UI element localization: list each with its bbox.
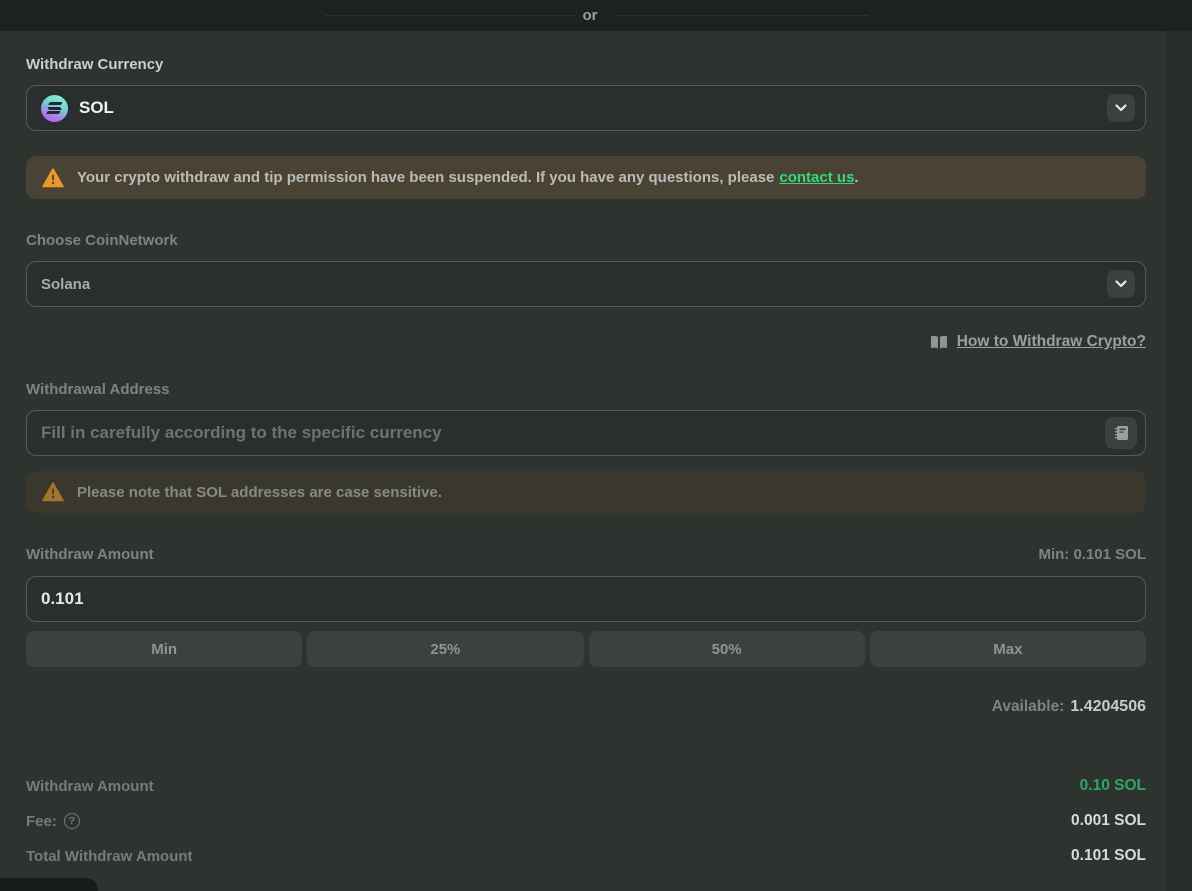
summary-row-total: Total Withdraw Amount 0.101 SOL: [26, 847, 1146, 865]
summary-withdraw-amount-label: Withdraw Amount: [26, 778, 154, 795]
summary-row-withdraw-amount: Withdraw Amount 0.10 SOL: [26, 777, 1146, 795]
warning-icon: [42, 168, 64, 188]
divider-line-right: [618, 15, 868, 16]
how-to-withdraw-link[interactable]: How to Withdraw Crypto?: [957, 333, 1146, 351]
selected-currency: SOL: [79, 98, 114, 118]
withdraw-currency-label: Withdraw Currency: [26, 56, 1146, 73]
summary-withdraw-amount-value: 0.10 SOL: [1080, 777, 1146, 795]
available-label: Available:: [992, 698, 1065, 716]
withdraw-summary: Withdraw Amount 0.10 SOL Fee: ? 0.001 SO…: [26, 777, 1146, 865]
warning-icon-dim: [42, 482, 64, 502]
available-value: 1.4204506: [1070, 698, 1146, 716]
currency-dropdown-button[interactable]: [1107, 94, 1135, 122]
min-amount-label: Min: 0.101 SOL: [1038, 546, 1146, 563]
withdraw-amount-label: Withdraw Amount: [26, 546, 154, 563]
network-dropdown-button[interactable]: [1107, 270, 1135, 298]
network-select[interactable]: Solana: [26, 261, 1146, 307]
address-input-wrapper: [26, 410, 1146, 456]
summary-fee-value: 0.001 SOL: [1071, 812, 1146, 830]
withdrawal-address-input[interactable]: [41, 423, 1105, 443]
withdraw-amount-input[interactable]: [41, 589, 1137, 609]
pct-25-button[interactable]: 25%: [307, 631, 583, 667]
amount-label-row: Withdraw Amount Min: 0.101 SOL: [26, 546, 1146, 563]
case-sensitive-text: Please note that SOL addresses are case …: [77, 484, 442, 501]
summary-total-label: Total Withdraw Amount: [26, 848, 193, 865]
summary-row-fee: Fee: ? 0.001 SOL: [26, 812, 1146, 830]
suspension-warning-banner: Your crypto withdraw and tip permission …: [26, 156, 1146, 199]
suspension-warning-text: Your crypto withdraw and tip permission …: [77, 169, 859, 186]
quick-amount-row: Min 25% 50% Max: [26, 631, 1146, 667]
book-icon: [930, 335, 948, 350]
withdrawal-address-label: Withdrawal Address: [26, 381, 1146, 398]
case-sensitive-banner: Please note that SOL addresses are case …: [26, 471, 1146, 513]
chevron-down-icon: [1115, 280, 1127, 288]
network-label: Choose CoinNetwork: [26, 232, 1146, 249]
currency-select[interactable]: SOL: [26, 85, 1146, 131]
withdraw-panel: Withdraw Currency SOL Your crypto withdr…: [0, 31, 1166, 891]
top-divider-bar: or: [0, 0, 1192, 31]
pct-50-button[interactable]: 50%: [589, 631, 865, 667]
selected-network: Solana: [41, 276, 90, 293]
fee-help-icon[interactable]: ?: [64, 813, 80, 829]
help-link-row: How to Withdraw Crypto?: [26, 333, 1146, 351]
contact-us-link[interactable]: contact us: [779, 169, 854, 186]
fee-label-text: Fee:: [26, 813, 57, 830]
available-row: Available: 1.4204506: [26, 698, 1146, 716]
max-button[interactable]: Max: [870, 631, 1146, 667]
chevron-down-icon: [1115, 104, 1127, 112]
address-book-icon: [1114, 425, 1129, 441]
amount-input-wrapper: [26, 576, 1146, 622]
bottom-left-peek-element: [0, 878, 98, 891]
min-button[interactable]: Min: [26, 631, 302, 667]
suspension-text-before: Your crypto withdraw and tip permission …: [77, 169, 774, 186]
address-book-button[interactable]: [1105, 417, 1137, 449]
sol-coin-icon: [41, 95, 68, 122]
suspension-text-after: .: [854, 169, 858, 186]
or-divider-label: or: [583, 7, 598, 24]
summary-fee-label: Fee: ?: [26, 813, 80, 830]
summary-total-value: 0.101 SOL: [1071, 847, 1146, 865]
divider-line-left: [325, 15, 575, 16]
